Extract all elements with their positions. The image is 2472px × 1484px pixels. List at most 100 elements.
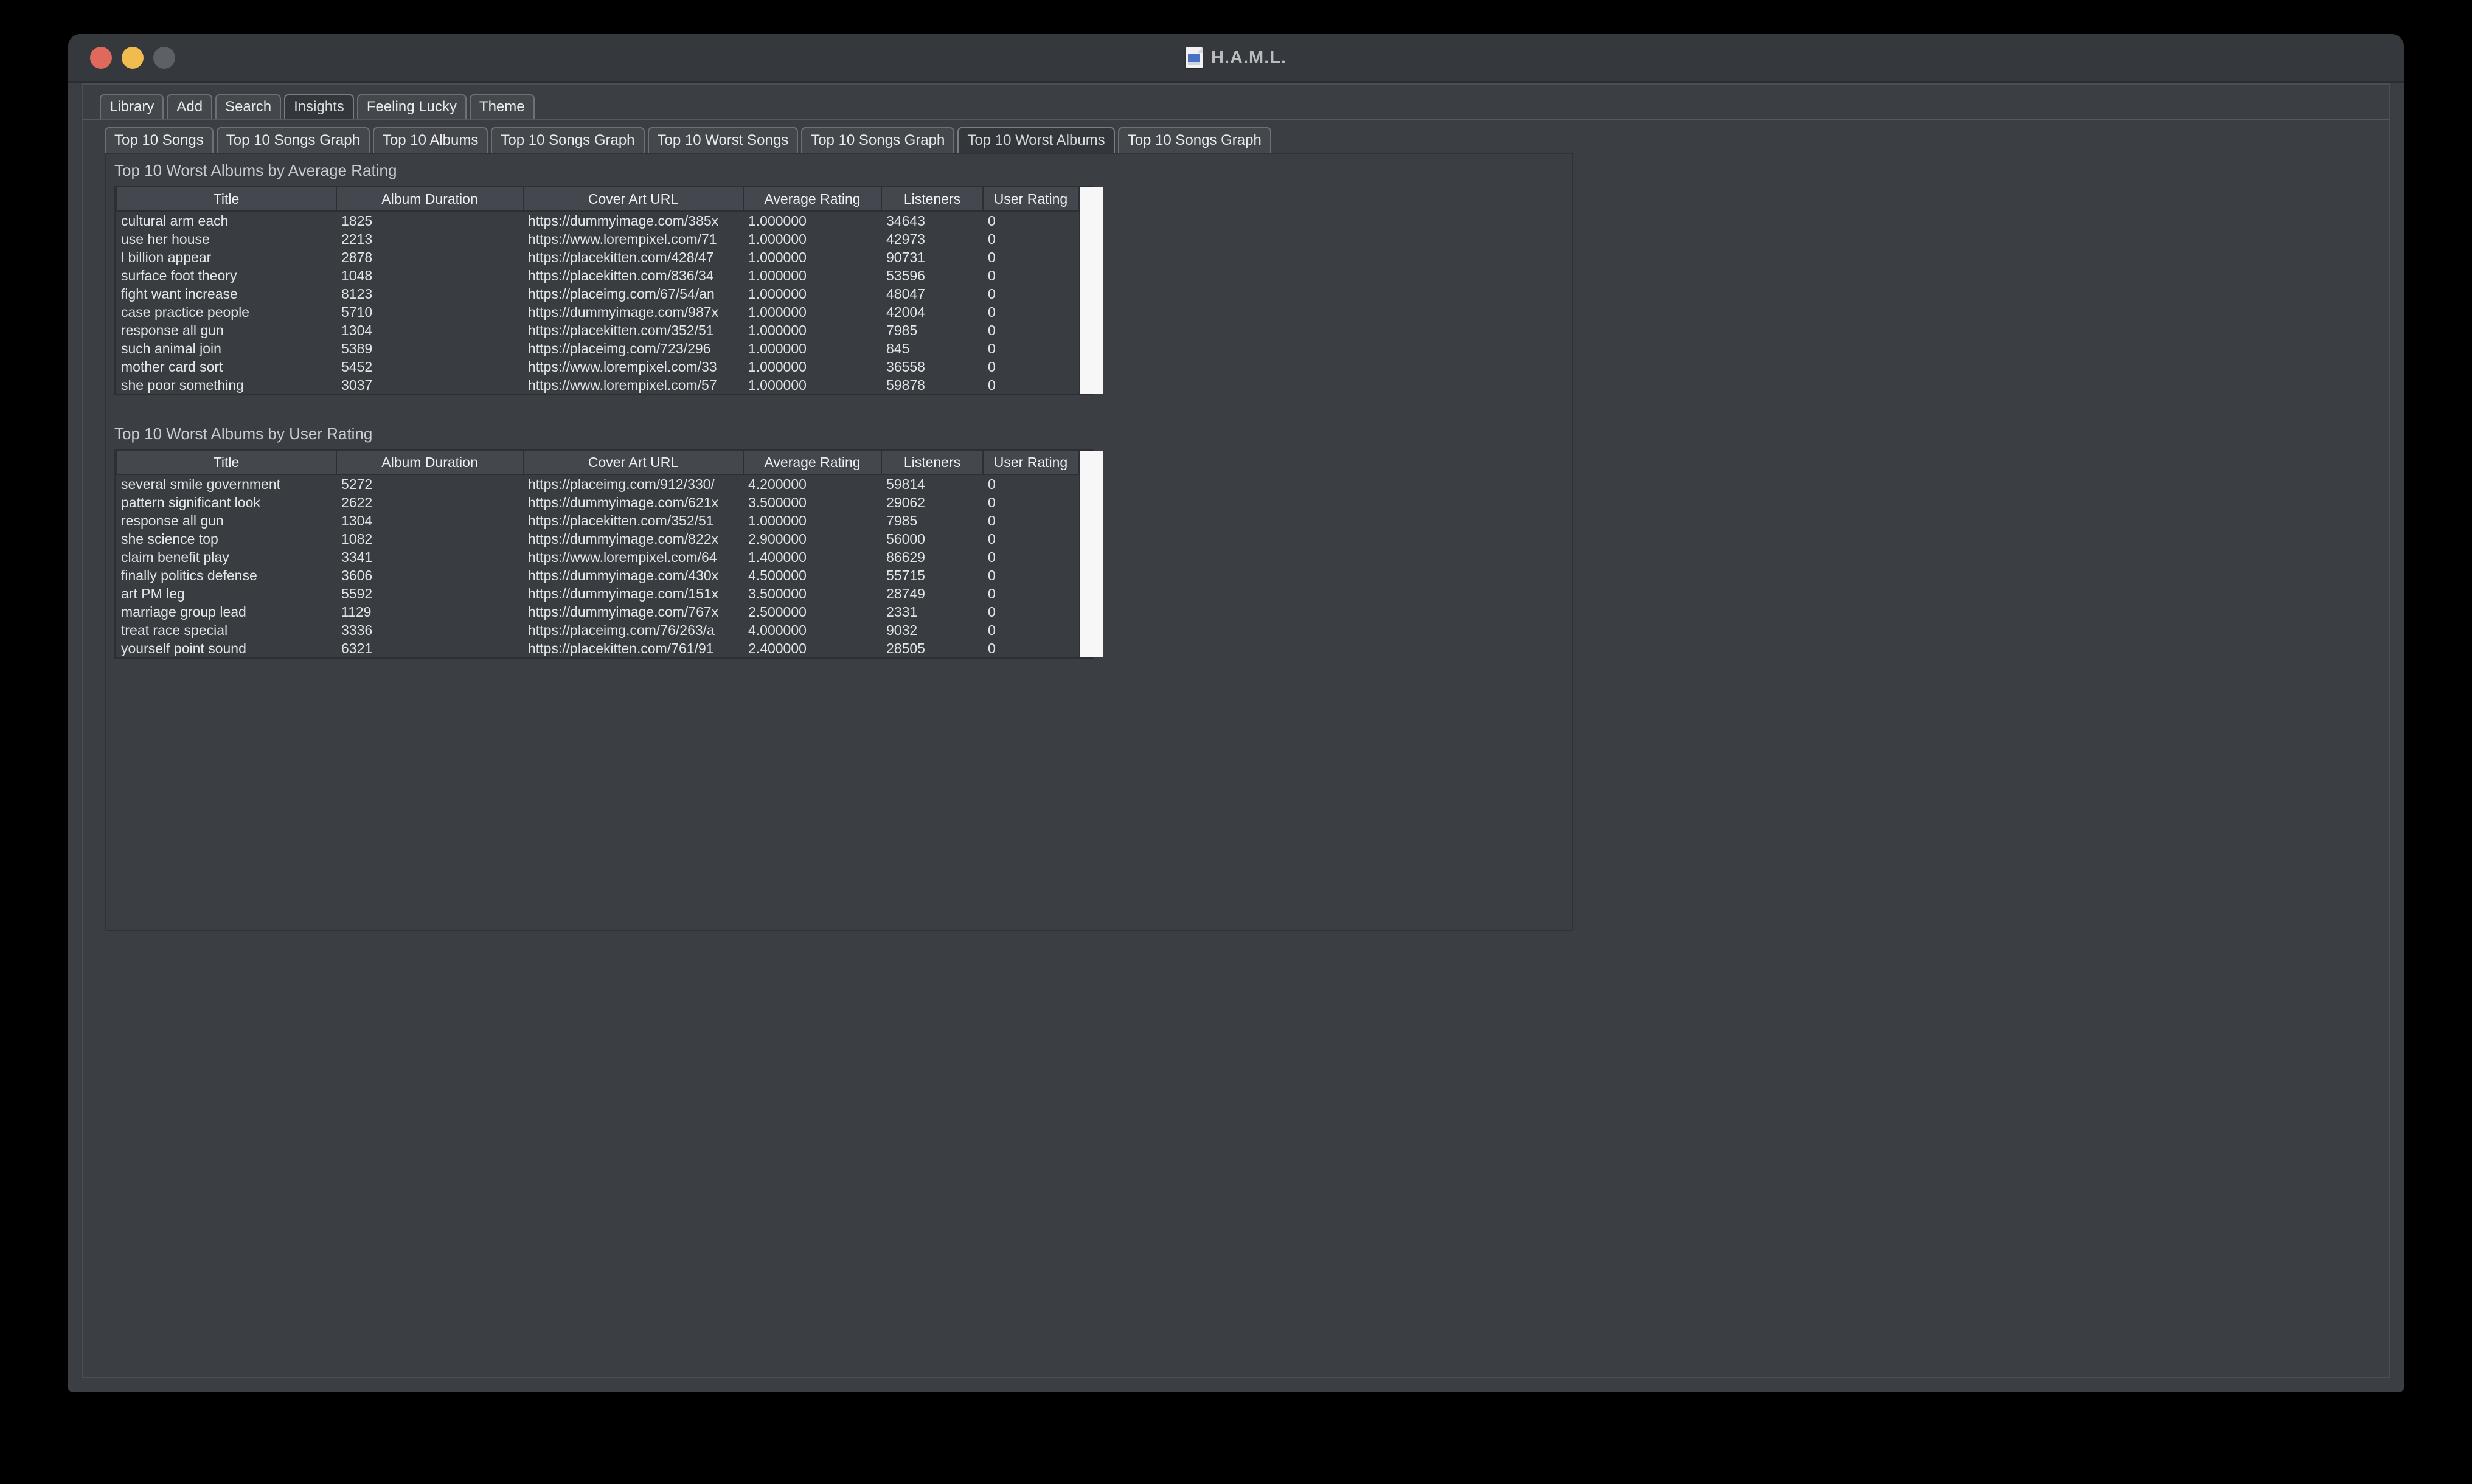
- table-row[interactable]: finally politics defense 3606 https://dumm…: [116, 566, 1078, 584]
- table-row[interactable]: marriage group lead 1129 https://dummyimag…: [116, 603, 1078, 621]
- table-row[interactable]: use her house 2213 https://www.lorempixel.…: [116, 230, 1078, 248]
- cell-user-rating: 0: [988, 567, 996, 583]
- cell-average-rating: 1.000000: [748, 322, 807, 338]
- cell-title: surface foot theory: [121, 267, 237, 283]
- cell-album-duration: 5389: [341, 340, 373, 356]
- tab-3[interactable]: Insights: [284, 94, 354, 119]
- cell-average-rating: 4.000000: [748, 622, 807, 638]
- section-title: Top 10 Worst Albums by Average Rating: [114, 161, 397, 179]
- cell-listeners: 7985: [886, 322, 918, 338]
- table-body: cultural arm each 1825 https://dummyimage.…: [116, 211, 1078, 394]
- cell-user-rating: 0: [988, 285, 996, 302]
- data-table: Title Album Duration Cover Art URL Average …: [116, 187, 1079, 394]
- cell-title: treat race special: [121, 622, 228, 638]
- column-header-album-duration[interactable]: Album Duration: [336, 187, 524, 212]
- table-row[interactable]: claim benefit play 3341 https://www.loremp…: [116, 548, 1078, 566]
- table-row[interactable]: fight want increase 8123 https://placeimg.…: [116, 285, 1078, 303]
- table-row[interactable]: several smile government 5272 https://plac…: [116, 474, 1078, 493]
- table-row[interactable]: response all gun 1304 https://placekitten.…: [116, 511, 1078, 530]
- cell-title: pattern significant look: [121, 494, 260, 510]
- minimize-window-button[interactable]: [122, 47, 144, 69]
- cell-user-rating: 0: [988, 603, 996, 620]
- tab-label: Top 10 Songs Graph: [501, 132, 635, 148]
- subtab-6[interactable]: Top 10 Worst Albums: [957, 127, 1115, 153]
- cell-cover-art-url: https://dummyimage.com/151x: [528, 585, 719, 602]
- table-row[interactable]: mother card sort 5452 https://www.lorempix…: [116, 358, 1078, 376]
- table-row[interactable]: yourself point sound 6321 https://placekit…: [116, 639, 1078, 657]
- window-title: H.A.M.L.: [1211, 47, 1286, 68]
- cell-album-duration: 5710: [341, 303, 373, 320]
- vertical-scrollbar[interactable]: [1079, 451, 1103, 657]
- table-row[interactable]: l billion appear 2878 https://placekitten.…: [116, 248, 1078, 266]
- cell-title: cultural arm each: [121, 212, 229, 229]
- column-header-cover-art-url[interactable]: Cover Art URL: [523, 187, 744, 212]
- column-header-listeners[interactable]: Listeners: [881, 187, 984, 212]
- subtab-0[interactable]: Top 10 Songs: [105, 127, 214, 153]
- table-row[interactable]: art PM leg 5592 https://dummyimage.com/151…: [116, 584, 1078, 603]
- cell-title: use her house: [121, 231, 210, 247]
- cell-user-rating: 0: [988, 549, 996, 565]
- cell-user-rating: 0: [988, 494, 996, 510]
- cell-listeners: 53596: [886, 267, 925, 283]
- subtab-2[interactable]: Top 10 Albums: [372, 127, 488, 153]
- table-row[interactable]: surface foot theory 1048 https://placekitt…: [116, 266, 1078, 285]
- column-header-album-duration[interactable]: Album Duration: [336, 451, 524, 475]
- cell-average-rating: 1.000000: [748, 340, 807, 356]
- table-row[interactable]: case practice people 5710 https://dummyima…: [116, 303, 1078, 321]
- table-row[interactable]: response all gun 1304 https://placekitten.…: [116, 321, 1078, 339]
- cell-user-rating: 0: [988, 249, 996, 265]
- table-row[interactable]: she science top 1082 https://dummyimage.co…: [116, 530, 1078, 548]
- column-header-user-rating[interactable]: User Rating: [982, 187, 1079, 212]
- cell-average-rating: 1.000000: [748, 249, 807, 265]
- cell-listeners: 29062: [886, 494, 925, 510]
- column-header-title[interactable]: Title: [116, 451, 337, 475]
- column-header-listeners[interactable]: Listeners: [881, 451, 984, 475]
- column-header-user-rating[interactable]: User Rating: [982, 451, 1079, 475]
- cell-cover-art-url: https://dummyimage.com/621x: [528, 494, 719, 510]
- tab-label: Top 10 Songs Graph: [1127, 132, 1262, 148]
- cell-cover-art-url: https://placekitten.com/761/91: [528, 640, 714, 656]
- data-table: Title Album Duration Cover Art URL Average …: [116, 451, 1079, 657]
- close-window-button[interactable]: [90, 47, 112, 69]
- cell-title: case practice people: [121, 303, 249, 320]
- cell-cover-art-url: https://www.lorempixel.com/64: [528, 549, 717, 565]
- vertical-scrollbar[interactable]: [1079, 187, 1103, 394]
- maximize-window-button[interactable]: [153, 47, 175, 69]
- cell-listeners: 86629: [886, 549, 925, 565]
- column-header-cover-art-url[interactable]: Cover Art URL: [523, 451, 744, 475]
- cell-title: she science top: [121, 530, 218, 547]
- cell-listeners: 42004: [886, 303, 925, 320]
- column-header-average-rating[interactable]: Average Rating: [743, 451, 882, 475]
- tab-label: Insights: [294, 99, 344, 115]
- table-row[interactable]: treat race special 3336 https://placeimg.c…: [116, 621, 1078, 639]
- tab-2[interactable]: Search: [215, 94, 282, 119]
- table-row[interactable]: such animal join 5389 https://placeimg.com…: [116, 339, 1078, 358]
- cell-user-rating: 0: [988, 585, 996, 602]
- cell-cover-art-url: https://placeimg.com/76/263/a: [528, 622, 715, 638]
- tab-4[interactable]: Feeling Lucky: [356, 94, 467, 119]
- subtab-7[interactable]: Top 10 Songs Graph: [1117, 127, 1271, 153]
- tab-5[interactable]: Theme: [469, 94, 535, 119]
- subtab-3[interactable]: Top 10 Songs Graph: [491, 127, 645, 153]
- cell-cover-art-url: https://dummyimage.com/430x: [528, 567, 719, 583]
- column-header-average-rating[interactable]: Average Rating: [743, 187, 882, 212]
- table-row[interactable]: cultural arm each 1825 https://dummyimage.…: [116, 211, 1078, 230]
- subtab-4[interactable]: Top 10 Worst Songs: [647, 127, 799, 153]
- subtab-1[interactable]: Top 10 Songs Graph: [216, 127, 370, 153]
- cell-listeners: 42973: [886, 231, 925, 247]
- tab-label: Top 10 Songs Graph: [811, 132, 945, 148]
- subtab-5[interactable]: Top 10 Songs Graph: [801, 127, 955, 153]
- column-header-title[interactable]: Title: [116, 187, 337, 212]
- tab-0[interactable]: Library: [100, 94, 164, 119]
- tab-1[interactable]: Add: [167, 94, 213, 119]
- table-row[interactable]: pattern significant look 2622 https://dumm…: [116, 493, 1078, 511]
- cell-title: art PM leg: [121, 585, 185, 602]
- table-worst-albums-by-average-rating: Title Album Duration Cover Art URL Average …: [114, 186, 1103, 395]
- cell-average-rating: 1.000000: [748, 267, 807, 283]
- primary-tab-bar: Library Add Search Insights Feeling Lucky The…: [83, 85, 2389, 120]
- table-row[interactable]: she poor something 3037 https://www.loremp…: [116, 376, 1078, 394]
- document-icon: [1186, 47, 1203, 68]
- tab-label: Library: [109, 99, 154, 115]
- cell-title: fight want increase: [121, 285, 238, 302]
